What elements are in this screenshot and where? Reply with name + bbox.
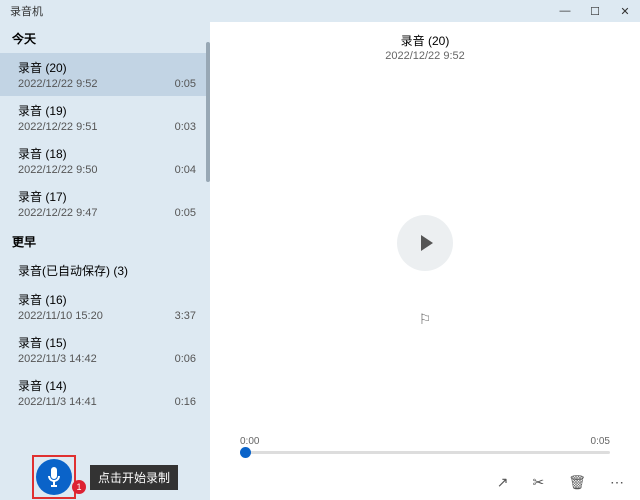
title-bar: 录音机 — ☐ ✕	[0, 0, 640, 22]
recording-duration: 0:16	[175, 396, 196, 408]
player-header: 录音 (20) 2022/12/22 9:52	[210, 22, 640, 66]
annotation-badge: 1	[72, 480, 86, 494]
microphone-icon	[46, 467, 62, 487]
player-panel: 录音 (20) 2022/12/22 9:52 ⚐ 0:00 0:05	[210, 22, 640, 500]
annotation-highlight	[32, 455, 76, 499]
timeline: 0:00 0:05	[210, 436, 640, 464]
maximize-button[interactable]: ☐	[580, 5, 610, 18]
trim-button[interactable]: ✂	[532, 474, 544, 491]
recording-item[interactable]: 录音 (17) 2022/12/22 9:47 0:05	[0, 182, 210, 225]
recording-date: 2022/11/10 15:20	[18, 310, 103, 322]
delete-button[interactable]: 🗑	[568, 474, 586, 491]
recording-title: 录音 (18)	[18, 145, 196, 162]
recording-item[interactable]: 录音(已自动保存) (3)	[0, 256, 210, 285]
share-button[interactable]: ↗	[497, 474, 509, 491]
recording-title: 录音(已自动保存) (3)	[18, 262, 196, 279]
more-button[interactable]: ⋯	[610, 474, 624, 491]
record-bar: 1 点击开始录制	[0, 454, 210, 500]
play-button[interactable]	[397, 215, 453, 271]
recording-date: 2022/12/22 9:50	[18, 164, 98, 176]
record-button[interactable]	[36, 459, 72, 495]
trash-icon: 🗑	[568, 474, 586, 490]
recording-duration: 0:06	[175, 353, 196, 365]
recording-item[interactable]: 录音 (16) 2022/11/10 15:20 3:37	[0, 285, 210, 328]
current-recording-title: 录音 (20)	[210, 32, 640, 49]
recording-title: 录音 (17)	[18, 188, 196, 205]
recording-date: 2022/12/22 9:47	[18, 207, 98, 219]
time-total: 0:05	[591, 436, 610, 447]
close-button[interactable]: ✕	[610, 5, 640, 18]
add-marker-button[interactable]: ⚐	[419, 311, 432, 328]
recording-title: 录音 (20)	[18, 59, 196, 76]
record-tooltip: 点击开始录制	[90, 465, 178, 490]
recording-title: 录音 (15)	[18, 334, 196, 351]
app-window: 录音机 — ☐ ✕ 今天 录音 (20) 2022/12/22 9:52 0:0…	[0, 0, 640, 500]
current-recording-date: 2022/12/22 9:52	[210, 50, 640, 62]
app-title: 录音机	[10, 3, 43, 19]
recording-date: 2022/11/3 14:41	[18, 396, 97, 408]
group-header-earlier: 更早	[0, 225, 210, 256]
flag-icon: ⚐	[419, 311, 432, 327]
recording-duration: 0:03	[175, 121, 196, 133]
recording-item[interactable]: 录音 (20) 2022/12/22 9:52 0:05	[0, 53, 210, 96]
recording-duration: 0:05	[175, 78, 196, 90]
recordings-sidebar: 今天 录音 (20) 2022/12/22 9:52 0:05 录音 (19) …	[0, 22, 210, 500]
recording-duration: 0:04	[175, 164, 196, 176]
seek-thumb[interactable]	[240, 447, 251, 458]
recording-item[interactable]: 录音 (19) 2022/12/22 9:51 0:03	[0, 96, 210, 139]
seek-bar[interactable]	[240, 451, 610, 454]
recording-item[interactable]: 录音 (14) 2022/11/3 14:41 0:16	[0, 371, 210, 414]
minimize-button[interactable]: —	[550, 5, 580, 17]
recording-duration: 0:05	[175, 207, 196, 219]
time-elapsed: 0:00	[240, 436, 259, 447]
more-icon: ⋯	[610, 474, 624, 490]
trim-icon: ✂	[532, 474, 544, 490]
recording-date: 2022/12/22 9:52	[18, 78, 98, 90]
recording-item[interactable]: 录音 (18) 2022/12/22 9:50 0:04	[0, 139, 210, 182]
share-icon: ↗	[497, 474, 509, 490]
recording-date: 2022/11/3 14:42	[18, 353, 97, 365]
recording-item[interactable]: 录音 (15) 2022/11/3 14:42 0:06	[0, 328, 210, 371]
recording-date: 2022/12/22 9:51	[18, 121, 98, 133]
recording-title: 录音 (16)	[18, 291, 196, 308]
recording-duration: 3:37	[175, 310, 196, 322]
group-header-today: 今天	[0, 22, 210, 53]
recording-title: 录音 (19)	[18, 102, 196, 119]
play-icon	[421, 235, 433, 251]
bottom-toolbar: ↗ ✂ 🗑 ⋯	[210, 464, 640, 500]
recording-title: 录音 (14)	[18, 377, 196, 394]
recordings-list: 今天 录音 (20) 2022/12/22 9:52 0:05 录音 (19) …	[0, 22, 210, 454]
